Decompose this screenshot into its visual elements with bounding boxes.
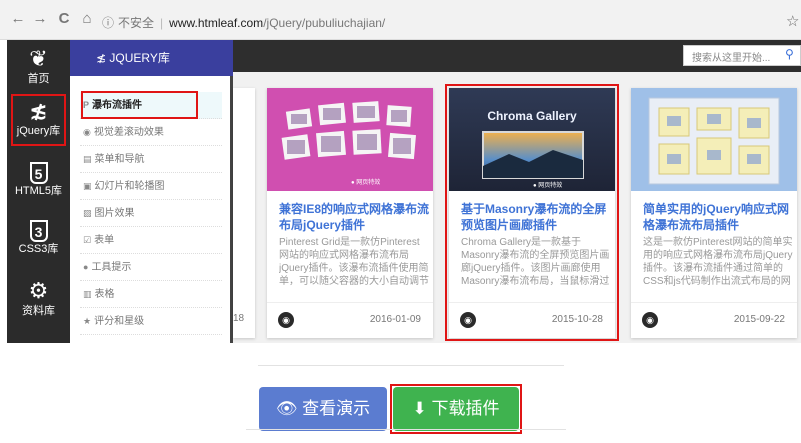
card-partial[interactable]: 18 bbox=[233, 88, 255, 338]
menu-item-label: 表格 bbox=[94, 289, 115, 300]
address-bar[interactable]: ⓘ 不安全 | www.htmleaf.com/jQuery/pubuliuchaji… bbox=[102, 13, 682, 33]
back-arrow-icon[interactable]: ← bbox=[9, 10, 27, 28]
plugin-card[interactable]: 简单实用的jQuery响应式网格瀑布流布局插件 这是一款仿Pinterest网站… bbox=[631, 88, 797, 338]
menu-item-label: 图片效果 bbox=[94, 208, 135, 219]
sidebar-item-html5[interactable]: 5 HTML5库 bbox=[7, 162, 70, 198]
author-avatar-icon[interactable]: ◉ bbox=[642, 312, 658, 328]
search-icon[interactable]: ⚲ bbox=[785, 47, 794, 61]
divider-top bbox=[258, 365, 564, 366]
leaf-icon: ❦ bbox=[29, 46, 48, 71]
bookmark-star-icon[interactable]: ☆ bbox=[786, 12, 799, 30]
sidebar-item-label: 首页 bbox=[27, 73, 50, 85]
main-sidebar: ❦ 首页 ≴ jQuery库 5 HTML5库 3 CSS3库 ⚙ 资料库 bbox=[7, 40, 70, 343]
highlight-box-waterfall bbox=[81, 91, 198, 119]
gear-icon: ⚙ bbox=[28, 278, 49, 303]
film-icon: ▣ bbox=[83, 181, 92, 191]
view-demo-label: 查看演示 bbox=[302, 399, 371, 418]
card-footer: ◉ 2015-09-22 bbox=[631, 302, 797, 338]
css3-icon: 3 bbox=[29, 220, 48, 242]
card-date: 2016-01-09 bbox=[369, 314, 421, 325]
menu-item-ratings[interactable]: ★ 评分和星级 bbox=[80, 308, 222, 335]
card-title-link[interactable]: 兼容IE8的响应式网格瀑布流布局jQuery插件 bbox=[279, 201, 429, 233]
info-circle-icon[interactable]: ⓘ bbox=[102, 16, 114, 30]
svg-text:● 网页特效: ● 网页特效 bbox=[351, 178, 380, 186]
panel-title: ≴ JQUERY库 bbox=[70, 40, 233, 76]
menu-item-forms[interactable]: ☑ 表单 bbox=[80, 227, 222, 254]
card-thumbnail[interactable]: ● 网页特效 bbox=[267, 88, 433, 191]
eye-icon: ◉ bbox=[83, 127, 91, 137]
divider-bottom bbox=[246, 429, 566, 430]
menu-item-label: 工具提示 bbox=[91, 262, 132, 273]
checkbox-icon: ☑ bbox=[83, 235, 92, 245]
browser-toolbar: ← → C ⌂ ⓘ 不安全 | www.htmleaf.com/jQuery/pubu… bbox=[0, 0, 801, 40]
table-icon: ▥ bbox=[83, 289, 92, 299]
card-title-link[interactable]: 简单实用的jQuery响应式网格瀑布流布局插件 bbox=[643, 201, 793, 233]
html5-icon: 5 bbox=[29, 162, 48, 184]
sidebar-item-css3[interactable]: 3 CSS3库 bbox=[7, 220, 70, 256]
highlight-box-card bbox=[445, 84, 619, 341]
menu-item-label: 视觉差滚动效果 bbox=[93, 127, 164, 138]
card-thumbnail[interactable] bbox=[631, 88, 797, 191]
menu-item-label: 表单 bbox=[94, 235, 115, 246]
sidebar-item-label: 资料库 bbox=[22, 305, 55, 317]
menu-item-slider[interactable]: ▣ 幻灯片和轮播图 bbox=[80, 173, 222, 200]
highlight-box-jquery bbox=[11, 94, 66, 146]
home-icon[interactable]: ⌂ bbox=[78, 10, 96, 28]
reload-icon[interactable]: C bbox=[55, 10, 73, 28]
sidebar-item-home[interactable]: ❦ 首页 bbox=[7, 46, 70, 86]
list-icon: ▤ bbox=[83, 154, 92, 164]
search-input[interactable]: 搜索从这里开始... bbox=[692, 49, 770, 64]
sidebar-item-resources[interactable]: ⚙ 资料库 bbox=[7, 278, 70, 318]
menu-item-label: 幻灯片和轮播图 bbox=[94, 181, 165, 192]
forward-arrow-icon[interactable]: → bbox=[31, 10, 49, 28]
card-description: 这是一款仿Pinterest网站的简单实用的响应式网格瀑布流布局jQuery插件… bbox=[643, 237, 793, 287]
author-avatar-icon[interactable]: ◉ bbox=[278, 312, 294, 328]
menu-item-image-effects[interactable]: ▨ 图片效果 bbox=[80, 200, 222, 227]
sidebar-item-label: CSS3库 bbox=[18, 243, 59, 255]
star-icon: ★ bbox=[83, 316, 92, 326]
menu-item-label: 评分和星级 bbox=[94, 316, 145, 327]
url-path: /jQuery/pubuliuchajian/ bbox=[263, 16, 386, 30]
card-footer: ◉ 2016-01-09 bbox=[267, 302, 433, 338]
image-icon: ▨ bbox=[83, 208, 92, 218]
comment-icon: ● bbox=[83, 262, 89, 272]
view-demo-button[interactable]: 👁 查看演示 bbox=[259, 387, 387, 431]
highlight-box-download bbox=[390, 384, 522, 434]
insecure-label: 不安全 bbox=[118, 16, 155, 30]
search-box[interactable]: 搜索从这里开始... ⚲ bbox=[683, 45, 801, 66]
url-separator: | bbox=[160, 16, 164, 30]
sidebar-item-label: HTML5库 bbox=[14, 185, 63, 197]
plugin-card[interactable]: ● 网页特效 兼容IE8的响应式网格瀑布流布局jQuery插件 Pinteres… bbox=[267, 88, 433, 338]
card-date: 18 bbox=[233, 313, 245, 324]
menu-item-menu-nav[interactable]: ▤ 菜单和导航 bbox=[80, 146, 222, 173]
menu-item-label: 菜单和导航 bbox=[94, 154, 145, 165]
menu-item-tables[interactable]: ▥ 表格 bbox=[80, 281, 222, 308]
eye-icon: 👁 bbox=[275, 399, 298, 418]
menu-item-tooltips[interactable]: ● 工具提示 bbox=[80, 254, 222, 281]
menu-item-parallax[interactable]: ◉ 视觉差滚动效果 bbox=[80, 119, 222, 146]
url-host: www.htmleaf.com bbox=[169, 16, 264, 30]
card-description: Pinterest Grid是一款仿Pinterest网站的响应式网格瀑布流布局… bbox=[279, 237, 429, 287]
card-date: 2015-09-22 bbox=[733, 314, 785, 325]
